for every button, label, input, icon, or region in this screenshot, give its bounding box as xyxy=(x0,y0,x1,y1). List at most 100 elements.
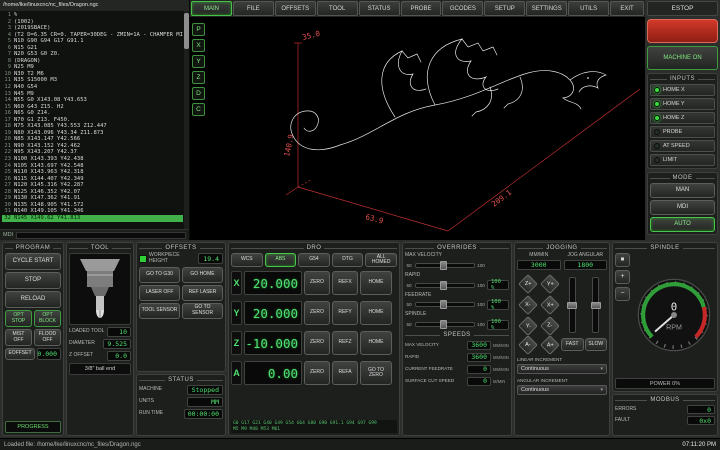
reload-button[interactable]: RELOAD xyxy=(5,291,61,308)
dro-mode-button[interactable]: DTG xyxy=(332,253,364,267)
override-sliders: MAX VELOCITY 50 100 RAPID xyxy=(405,253,509,330)
mode-button[interactable]: MDI xyxy=(650,200,715,215)
eoffset-button[interactable]: EOFFSET xyxy=(5,348,35,360)
view-button[interactable]: Y xyxy=(192,55,205,68)
stop-button[interactable]: STOP xyxy=(5,272,61,289)
jog-a-minus-button[interactable]: A- xyxy=(518,335,538,355)
jog-x-minus-button[interactable]: X- xyxy=(518,295,538,315)
axis-ref-button[interactable]: REFA xyxy=(332,361,358,385)
gcode-preview[interactable]: 35.0 140.9 63.9 209.1 P xyxy=(190,17,645,240)
override-slider-thumb[interactable] xyxy=(440,300,447,309)
dro-mode-button[interactable]: WCS xyxy=(231,253,263,267)
axis-home-button[interactable]: HOME xyxy=(360,301,392,325)
axis-ref-button[interactable]: REFY xyxy=(332,301,358,325)
axis-zero-button[interactable]: ZERO xyxy=(304,301,330,325)
offsets-button[interactable]: GO HOME xyxy=(182,267,223,283)
override-slider-thumb[interactable] xyxy=(440,320,447,329)
input-indicator-row[interactable]: PROBE xyxy=(650,126,715,138)
dro-mode-button[interactable]: ALL HOMED xyxy=(365,253,397,267)
axis-zero-button[interactable]: ZERO xyxy=(304,331,330,355)
mdi-input[interactable] xyxy=(16,232,186,239)
view-button[interactable]: D xyxy=(192,87,205,100)
axis-ref-button[interactable]: REFZ xyxy=(332,331,358,355)
offsets-button[interactable]: REF LASER xyxy=(182,285,223,301)
input-indicator-row[interactable]: AT SPEED xyxy=(650,140,715,152)
axis-letter: Z xyxy=(231,331,242,355)
gcode-scrollbar[interactable] xyxy=(184,11,189,229)
menu-tab[interactable]: STATUS xyxy=(359,1,400,16)
linear-increment-select[interactable]: Continuous ▾ xyxy=(517,364,607,374)
input-indicator-row[interactable]: HOME X xyxy=(650,84,715,96)
gcode-list[interactable]: 1 % 2 (1002) 3 (2019SBACE) 4 (T2 D=6.35 … xyxy=(0,11,189,229)
jog-y-plus-button[interactable]: Y+ xyxy=(540,274,560,294)
mode-button[interactable]: AUTO xyxy=(650,217,715,232)
menu-tab[interactable]: SETUP xyxy=(484,1,525,16)
jog-z-plus-button[interactable]: Z+ xyxy=(518,274,538,294)
spindle-minus-button[interactable]: − xyxy=(615,287,630,301)
menu-tab[interactable]: MAIN xyxy=(191,1,232,16)
mist-button[interactable]: MIST OFF xyxy=(5,329,32,346)
override-slider[interactable] xyxy=(415,263,475,268)
override-slider[interactable] xyxy=(415,302,475,307)
view-button[interactable]: X xyxy=(192,39,205,52)
opt-stop-button[interactable]: OPT STOP xyxy=(5,310,32,327)
menu-tab[interactable]: TOOL xyxy=(317,1,358,16)
menu-tab[interactable]: SETTINGS xyxy=(526,1,567,16)
jog-fast-button[interactable]: FAST xyxy=(561,338,584,351)
jog-angular-slider[interactable] xyxy=(592,277,599,333)
axis-home-button[interactable]: HOME xyxy=(360,331,392,355)
jog-y-minus-button[interactable]: Y- xyxy=(518,316,538,336)
angular-increment-select[interactable]: Continuous ▾ xyxy=(517,385,607,395)
gcode-scrollbar-thumb[interactable] xyxy=(184,13,189,49)
jog-rate-slider-thumb[interactable] xyxy=(567,302,577,309)
axis-home-button[interactable]: GO TO ZERO xyxy=(360,361,392,385)
flood-button[interactable]: FLOOD OFF xyxy=(34,329,61,346)
input-indicator-row[interactable]: LIMIT xyxy=(650,154,715,166)
speed-value: 3600 xyxy=(467,341,491,350)
offsets-button[interactable]: GO TO G30 xyxy=(139,267,180,283)
opt-block-button[interactable]: OPT BLOCK xyxy=(34,310,61,327)
menu-tab[interactable]: UTILS xyxy=(568,1,609,16)
offsets-button[interactable]: TOOL SENSOR xyxy=(139,303,180,319)
mode-button[interactable]: MAN xyxy=(650,183,715,198)
override-slider[interactable] xyxy=(415,283,475,288)
override-slider[interactable] xyxy=(415,322,475,327)
axis-home-button[interactable]: HOME xyxy=(360,271,392,295)
view-button[interactable]: P xyxy=(192,23,205,36)
input-indicator-row[interactable]: HOME Y xyxy=(650,98,715,110)
dro-axis-row: Z -10.000 ZERO REFZ HOME xyxy=(231,329,397,357)
menu-tab[interactable]: GCODES xyxy=(442,1,483,16)
override-slider-thumb[interactable] xyxy=(440,261,447,270)
view-button[interactable]: Z xyxy=(192,71,205,84)
override-slider-thumb[interactable] xyxy=(440,281,447,290)
menu-tab[interactable]: FILE xyxy=(233,1,274,16)
exit-button[interactable]: EXIT xyxy=(610,1,644,16)
jog-z-minus-button[interactable]: Z- xyxy=(540,316,560,336)
override-group: MAX VELOCITY 50 100 xyxy=(405,253,509,271)
menu-tab[interactable]: OFFSETS xyxy=(275,1,316,16)
jog-rate-slider[interactable] xyxy=(569,277,576,333)
machine-on-button[interactable]: MACHINE ON xyxy=(647,46,718,70)
spindle-stop-button[interactable]: ⏹ xyxy=(615,253,630,267)
axis-zero-button[interactable]: ZERO xyxy=(304,271,330,295)
estop-button[interactable] xyxy=(647,19,718,43)
jog-angular-slider-thumb[interactable] xyxy=(591,302,601,309)
dro-mode-button[interactable]: ABS xyxy=(265,253,297,267)
gcode-line[interactable]: 32 N145 X149.62 Y41.813 xyxy=(2,215,183,222)
input-indicator-row[interactable]: HOME Z xyxy=(650,112,715,124)
workpiece-height-checkbox[interactable] xyxy=(139,255,147,263)
axis-zero-button[interactable]: ZERO xyxy=(304,361,330,385)
menu-tabs: MAIN FILE OFFSETS TOOL STATUS PROBE GCOD… xyxy=(191,1,609,16)
view-button[interactable]: C xyxy=(192,103,205,116)
input-label: AT SPEED xyxy=(663,143,690,149)
dro-mode-button[interactable]: G54 xyxy=(298,253,330,267)
cycle-start-button[interactable]: CYCLE START xyxy=(5,253,61,270)
axis-ref-button[interactable]: REFX xyxy=(332,271,358,295)
spindle-plus-button[interactable]: + xyxy=(615,270,630,284)
offsets-button[interactable]: GO TO SENSOR xyxy=(182,303,223,319)
jog-x-plus-button[interactable]: X+ xyxy=(540,295,560,315)
offsets-button[interactable]: LASER OFF xyxy=(139,285,180,301)
jog-slow-button[interactable]: SLOW xyxy=(585,338,608,351)
menu-tab[interactable]: PROBE xyxy=(401,1,442,16)
jog-a-plus-button[interactable]: A+ xyxy=(540,335,560,355)
